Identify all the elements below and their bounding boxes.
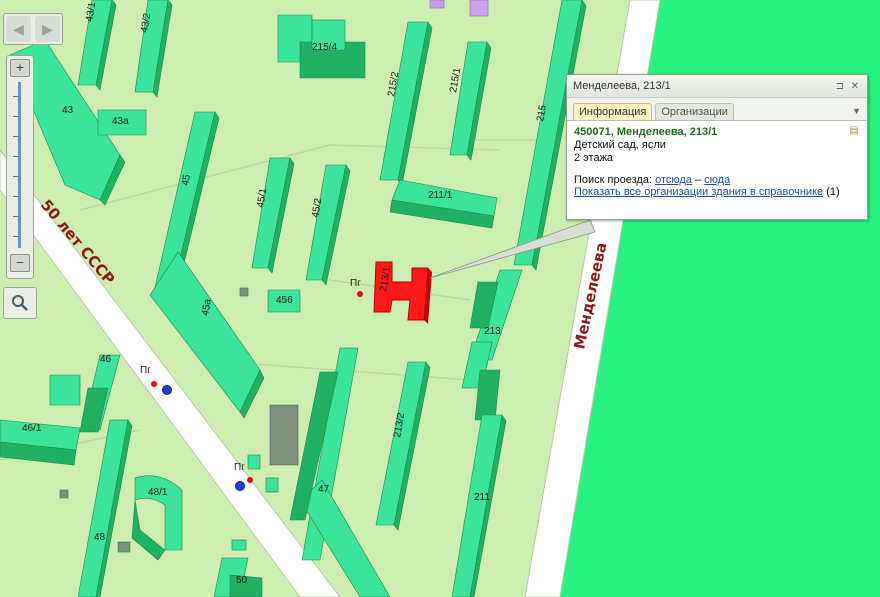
pg-label: Пг bbox=[234, 462, 245, 473]
building-label: 43 bbox=[62, 105, 74, 116]
pin-icon[interactable]: ⊐ bbox=[834, 81, 846, 92]
hydrant-marker bbox=[247, 477, 253, 483]
building-description: Детский сад, ясли bbox=[574, 139, 666, 151]
tab-info[interactable]: Информация bbox=[573, 103, 653, 120]
hydrant-marker bbox=[151, 381, 157, 387]
forward-button[interactable]: ▶ bbox=[35, 16, 60, 42]
magnifier-icon bbox=[12, 295, 28, 311]
tabs-menu-icon[interactable]: ▼ bbox=[852, 106, 861, 120]
route-separator: – bbox=[694, 174, 702, 186]
info-popup: Менделеева, 213/1 ⊐ ✕ Информация Организ… bbox=[566, 74, 868, 220]
route-from-link[interactable]: отсюда bbox=[655, 174, 692, 186]
bus-stop-marker bbox=[162, 385, 172, 395]
building-label: 456 bbox=[276, 295, 293, 306]
tab-organizations[interactable]: Организации bbox=[655, 103, 734, 120]
zoom-slider-track[interactable] bbox=[18, 82, 21, 248]
bus-stop-marker bbox=[235, 481, 245, 491]
building-label: 215/4 bbox=[312, 42, 337, 53]
zoom-in-button[interactable]: + bbox=[10, 59, 30, 77]
zoom-out-button[interactable]: − bbox=[10, 254, 30, 272]
close-icon[interactable]: ✕ bbox=[849, 81, 861, 92]
building-label: 50 bbox=[236, 575, 248, 586]
organizations-count: (1) bbox=[826, 186, 840, 198]
hydrant-marker bbox=[357, 291, 363, 297]
zoom-control: + − bbox=[6, 55, 34, 279]
show-organizations-link[interactable]: Показать все организации здания в справо… bbox=[574, 186, 823, 198]
route-label: Поиск проезда: bbox=[574, 174, 652, 186]
building-floors: 2 этажа bbox=[574, 152, 614, 164]
popup-tabs: Информация Организации ▼ bbox=[567, 98, 867, 121]
building-address: 450071, Менделеева, 213/1 bbox=[574, 126, 718, 138]
popup-title: Менделеева, 213/1 bbox=[573, 80, 671, 92]
search-tool-button[interactable] bbox=[3, 287, 37, 319]
arrow-right-icon: ▶ bbox=[42, 20, 53, 37]
back-button[interactable]: ◀ bbox=[6, 16, 31, 42]
popup-header: Менделеева, 213/1 ⊐ ✕ bbox=[567, 75, 867, 98]
building-label: 43а bbox=[112, 116, 129, 127]
pg-label: Пг bbox=[350, 278, 361, 289]
building-label: 46 bbox=[100, 354, 112, 365]
building-label: 213 bbox=[484, 326, 501, 337]
building-label: 211/1 bbox=[428, 190, 453, 201]
building-label: 46/1 bbox=[22, 423, 42, 434]
route-search: Поиск проезда: отсюда – сюда bbox=[574, 174, 860, 186]
popup-body: ▤ 450071, Менделеева, 213/1 Детский сад,… bbox=[567, 121, 867, 202]
pg-label: Пг bbox=[140, 365, 151, 376]
history-nav: ◀ ▶ bbox=[3, 13, 63, 45]
print-icon[interactable]: ▤ bbox=[850, 125, 859, 136]
route-to-link[interactable]: сюда bbox=[704, 174, 730, 186]
building-label: 48 bbox=[94, 532, 106, 543]
arrow-left-icon: ◀ bbox=[13, 20, 24, 37]
building-label: 211 bbox=[474, 492, 490, 503]
building-label: 48/1 bbox=[148, 487, 168, 498]
building-label: 47 bbox=[318, 484, 330, 495]
